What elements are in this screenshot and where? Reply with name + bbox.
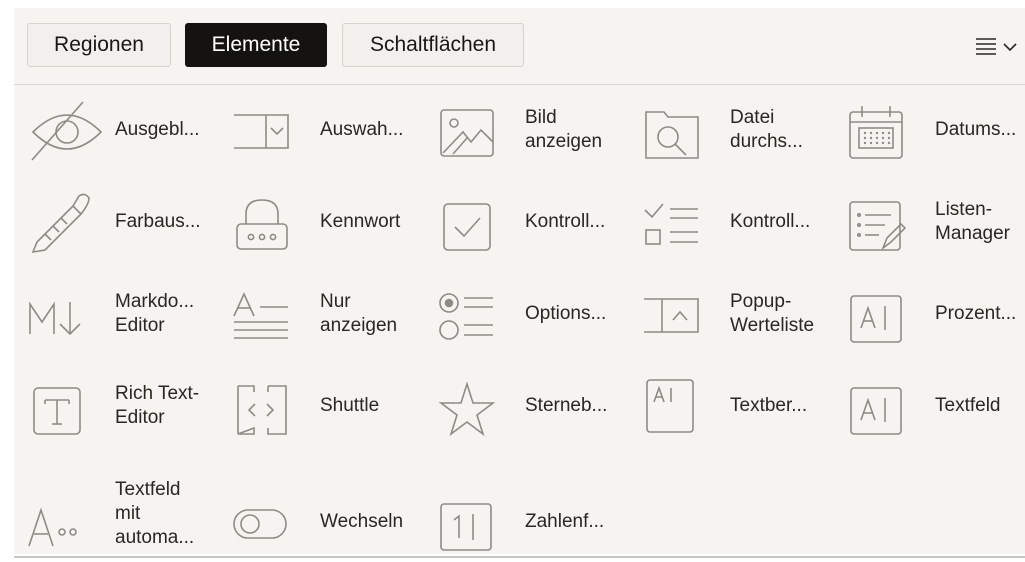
hamburger-dropdown-icon [976,38,1017,55]
item-label: Popup- Werteliste [730,291,815,336]
tab-regionen[interactable]: Regionen [27,23,171,67]
view-menu-button[interactable] [969,36,1025,58]
item-datumsauswahl[interactable]: Datums... [847,90,1025,170]
password-icon [232,182,312,262]
item-optionsgruppe[interactable]: Options... [437,274,637,354]
item-markdown-editor[interactable]: Markdo... Editor [27,274,227,354]
checklist-icon [642,182,722,262]
scrollbar-track[interactable] [14,556,1025,558]
percent-graph-icon [847,274,927,354]
textarea-icon [642,366,722,446]
item-label: Markdo... Editor [115,291,195,336]
item-wechseln[interactable]: Wechseln [232,482,432,562]
item-label: Textfeld [935,395,1001,416]
item-label: Kontroll... [525,211,606,232]
calendar-icon [847,90,927,170]
item-label: Options... [525,303,607,324]
eye-slash-icon [27,90,107,170]
palette-panel: Regionen Elemente Schaltflächen Ausgebl.… [14,8,1025,558]
item-shuttle[interactable]: Shuttle [232,366,432,446]
popup-lov-icon [642,274,722,354]
autocomplete-icon [27,480,107,560]
item-textfeld-autovervollstaendigung[interactable]: Textfeld mit automa... [27,466,227,562]
display-only-icon [232,274,312,354]
item-bild-anzeigen[interactable]: Bild anzeigen [437,90,637,170]
rich-text-icon [27,366,107,446]
select-list-icon [232,90,312,170]
item-prozentdiagramm[interactable]: Prozent... [847,274,1025,354]
item-label: Kontroll... [730,211,811,232]
item-label: Bild anzeigen [525,107,603,152]
item-kontrollkaestchen-gruppe[interactable]: Kontroll... [642,182,842,262]
item-label: Zahlenf... [525,511,605,532]
item-label: Ausgebl... [115,119,200,140]
item-label: Shuttle [320,395,380,416]
item-label: Prozent... [935,303,1017,324]
item-rich-text-editor[interactable]: Rich Text- Editor [27,366,227,446]
item-label: Datums... [935,119,1017,140]
item-label: Kennwort [320,211,401,232]
checkbox-icon [437,182,517,262]
shuttle-icon [232,366,312,446]
item-textbereich[interactable]: Textber... [642,366,842,446]
list-manager-icon [847,182,927,262]
image-icon [437,90,517,170]
star-icon [437,366,517,446]
markdown-icon [27,274,107,354]
item-sternebewertung[interactable]: Sterneb... [437,366,637,446]
item-label: Textfeld mit automa... [115,479,195,548]
number-field-icon [437,482,517,562]
item-label: Datei durchs... [730,107,803,152]
item-kontrollkaestchen[interactable]: Kontroll... [437,182,637,262]
item-nur-anzeigen[interactable]: Nur anzeigen [232,274,432,354]
text-field-icon [847,366,927,446]
file-browse-icon [642,90,722,170]
gallery-toolbar: Regionen Elemente Schaltflächen [14,8,1025,85]
item-label: Auswah... [320,119,404,140]
item-listen-manager[interactable]: Listen- Manager [847,182,1025,262]
item-farbauswahl[interactable]: Farbaus... [27,182,227,262]
item-label: Nur anzeigen [320,291,398,336]
tab-schaltflaechen[interactable]: Schaltflächen [342,23,524,67]
radio-group-icon [437,274,517,354]
item-datei-durchsuchen[interactable]: Datei durchs... [642,90,842,170]
item-kennwort[interactable]: Kennwort [232,182,432,262]
item-label: Rich Text- Editor [115,383,200,428]
item-ausgeblendet[interactable]: Ausgebl... [27,90,227,170]
item-textfeld[interactable]: Textfeld [847,366,1025,446]
item-label: Listen- Manager [935,199,1010,244]
switch-icon [232,482,312,562]
item-label: Textber... [730,395,808,416]
tab-elemente[interactable]: Elemente [185,23,327,67]
color-picker-icon [27,182,107,262]
item-auswahlliste[interactable]: Auswah... [232,90,432,170]
item-label: Sterneb... [525,395,608,416]
item-label: Wechseln [320,511,404,532]
item-label: Farbaus... [115,211,201,232]
item-zahlenfeld[interactable]: Zahlenf... [437,482,637,562]
item-popup-werteliste[interactable]: Popup- Werteliste [642,274,842,354]
